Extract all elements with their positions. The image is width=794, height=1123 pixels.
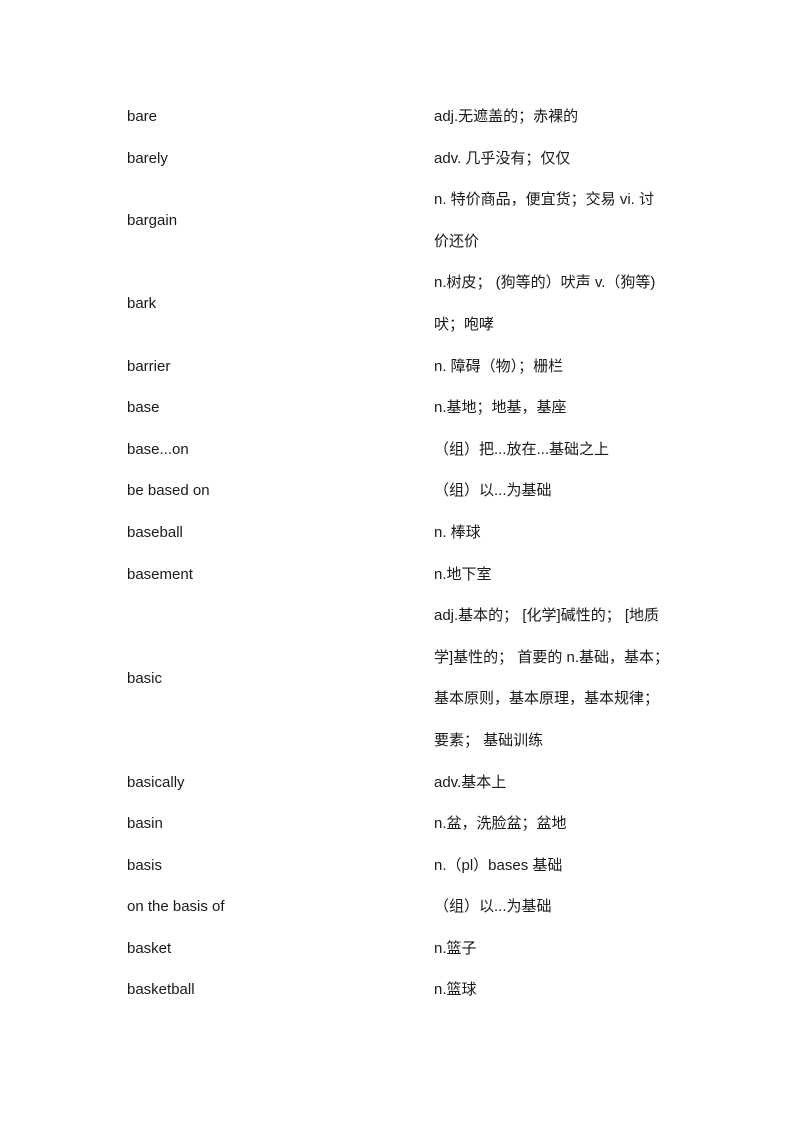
- vocab-definition: adj.基本的； [化学]碱性的； [地质 学]基性的； 首要的 n.基础，基本…: [434, 595, 672, 761]
- document-page: bare adj.无遮盖的；赤裸的 barely adv. 几乎没有；仅仅 ba…: [0, 0, 794, 1123]
- definition-line: n.（pl）bases 基础: [434, 856, 563, 874]
- definition-line: 价还价: [434, 232, 480, 250]
- vocab-definition: n.基地；地基，基座: [434, 387, 672, 429]
- definition-line: 吠；咆哮: [434, 315, 495, 333]
- vocab-row: basement n.地下室: [127, 554, 672, 596]
- definition-line: （组）以...为基础: [434, 898, 552, 916]
- definition-line: （组）以...为基础: [434, 482, 552, 500]
- vocab-row: basket n.篮子: [127, 928, 672, 970]
- vocab-definition: n.树皮； (狗等的）吠声 v.（狗等) 吠；咆哮: [434, 262, 672, 345]
- vocab-row: barely adv. 几乎没有；仅仅: [127, 138, 672, 180]
- vocab-definition: adj.无遮盖的；赤裸的: [434, 96, 672, 138]
- vocab-word: bark: [127, 295, 157, 313]
- vocab-row: base...on （组）把...放在...基础之上: [127, 429, 672, 471]
- vocab-row: base n.基地；地基，基座: [127, 387, 672, 429]
- vocab-row: basis n.（pl）bases 基础: [127, 845, 672, 887]
- vocab-word: basin: [127, 815, 163, 833]
- vocab-definition: （组）以...为基础: [434, 470, 672, 512]
- definition-line: n.基地；地基，基座: [434, 399, 567, 417]
- vocabulary-table-body: bare adj.无遮盖的；赤裸的 barely adv. 几乎没有；仅仅 ba…: [127, 96, 672, 1011]
- vocab-definition: n. 棒球: [434, 512, 672, 554]
- definition-line: adv.基本上: [434, 773, 507, 791]
- vocab-word: basic: [127, 669, 163, 687]
- definition-line: n.篮球: [434, 981, 477, 999]
- vocab-row: basically adv.基本上: [127, 762, 672, 804]
- vocab-row: bare adj.无遮盖的；赤裸的: [127, 96, 672, 138]
- definition-line: n.盆，洗脸盆；盆地: [434, 815, 567, 833]
- definition-line: 要素； 基础训练: [434, 731, 544, 749]
- vocab-definition: n.篮子: [434, 928, 672, 970]
- definition-line: n. 障碍（物）；栅栏: [434, 357, 564, 375]
- definition-line: n.树皮； (狗等的）吠声 v.（狗等): [434, 274, 656, 292]
- definition-line: （组）把...放在...基础之上: [434, 440, 610, 458]
- vocab-word: bargain: [127, 211, 178, 229]
- vocab-word: basketball: [127, 981, 195, 999]
- definition-line: n.地下室: [434, 565, 492, 583]
- definition-line: 学]基性的； 首要的 n.基础，基本；: [434, 648, 670, 666]
- vocab-word: barrier: [127, 357, 171, 375]
- vocabulary-table: bare adj.无遮盖的；赤裸的 barely adv. 几乎没有；仅仅 ba…: [127, 96, 672, 1011]
- vocab-row: on the basis of （组）以...为基础: [127, 886, 672, 928]
- definition-line: adj.无遮盖的；赤裸的: [434, 108, 579, 125]
- vocab-word: basket: [127, 939, 172, 957]
- vocab-row: barrier n. 障碍（物）；栅栏: [127, 346, 672, 388]
- vocab-word: on the basis of: [127, 898, 225, 916]
- vocab-word: bare: [127, 108, 158, 125]
- definition-line: n. 棒球: [434, 523, 481, 541]
- vocab-row: baseball n. 棒球: [127, 512, 672, 554]
- vocab-word: base: [127, 399, 160, 417]
- vocab-row: be based on （组）以...为基础: [127, 470, 672, 512]
- vocab-definition: （组）把...放在...基础之上: [434, 429, 672, 471]
- vocab-word: basis: [127, 856, 163, 874]
- definition-line: adj.基本的； [化学]碱性的； [地质: [434, 607, 660, 625]
- definition-line: adv. 几乎没有；仅仅: [434, 149, 571, 167]
- vocab-definition: n.篮球: [434, 969, 672, 1011]
- definition-line: 基本原则，基本原理，基本规律；: [434, 690, 660, 708]
- vocab-word: basically: [127, 773, 185, 791]
- vocab-definition: （组）以...为基础: [434, 886, 672, 928]
- vocab-definition: n. 障碍（物）；栅栏: [434, 346, 672, 388]
- vocab-definition: adv. 几乎没有；仅仅: [434, 138, 672, 180]
- vocab-row: basic adj.基本的； [化学]碱性的； [地质 学]基性的； 首要的 n…: [127, 595, 672, 761]
- vocab-word: basement: [127, 565, 193, 583]
- vocab-word: baseball: [127, 523, 183, 541]
- vocab-definition: adv.基本上: [434, 762, 672, 804]
- vocab-definition: n.盆，洗脸盆；盆地: [434, 803, 672, 845]
- vocab-definition: n.（pl）bases 基础: [434, 845, 672, 887]
- definition-line: n. 特价商品，便宜货；交易 vi. 讨: [434, 191, 655, 209]
- vocab-word: barely: [127, 149, 168, 167]
- vocab-row: bargain n. 特价商品，便宜货；交易 vi. 讨 价还价: [127, 179, 672, 262]
- vocab-row: bark n.树皮； (狗等的）吠声 v.（狗等) 吠；咆哮: [127, 262, 672, 345]
- vocab-word: be based on: [127, 482, 210, 500]
- vocab-word: base...on: [127, 440, 189, 458]
- vocab-row: basin n.盆，洗脸盆；盆地: [127, 803, 672, 845]
- vocab-definition: n.地下室: [434, 554, 672, 596]
- vocab-row: basketball n.篮球: [127, 969, 672, 1011]
- vocab-definition: n. 特价商品，便宜货；交易 vi. 讨 价还价: [434, 179, 672, 262]
- definition-line: n.篮子: [434, 939, 477, 957]
